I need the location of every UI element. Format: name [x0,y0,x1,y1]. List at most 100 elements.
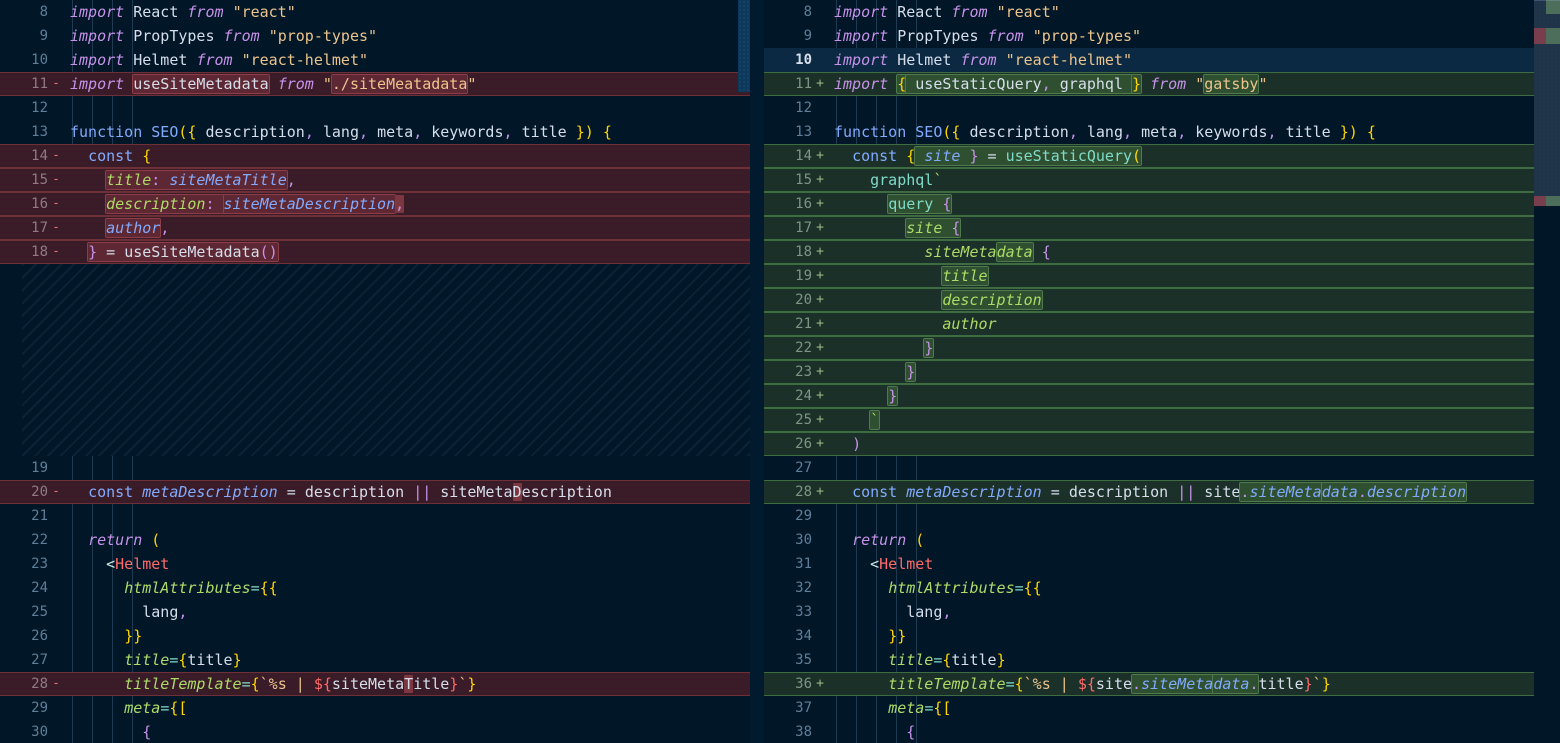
code-line-deleted[interactable]: 28 - titleTemplate={`%s | ${siteMetaTitl… [0,672,750,696]
change-sign: - [48,216,64,240]
line-number: 8 [0,0,48,24]
code-line[interactable]: 19 [0,456,750,480]
code-text: }} [64,624,750,648]
code-line[interactable]: 10 import Helmet from "react-helmet" [0,48,750,72]
code-text: } [828,384,1534,408]
code-line-added[interactable]: 22 + } [764,336,1534,360]
code-line-added[interactable]: 18 + siteMetadata { [764,240,1534,264]
code-line-added[interactable]: 19 + title [764,264,1534,288]
code-text: function SEO({ description, lang, meta, … [828,120,1534,144]
code-line[interactable]: 29 [764,504,1534,528]
code-text: meta={[ [828,696,1534,720]
code-line-added[interactable]: 11 + import { useStaticQuery, graphql } … [764,72,1534,96]
change-sign: + [812,384,828,408]
line-number: 11 [764,72,812,96]
change-sign: - [48,72,64,96]
code-line[interactable]: 29 meta={[ [0,696,750,720]
code-line[interactable]: 37 meta={[ [764,696,1534,720]
code-line[interactable]: 27 title={title} [0,648,750,672]
code-line[interactable]: 9 import PropTypes from "prop-types" [764,24,1534,48]
right-editor-pane[interactable]: 8 import React from "react" 9 import Pro… [764,0,1534,743]
code-line[interactable]: 23 <Helmet [0,552,750,576]
code-line[interactable]: 26 }} [0,624,750,648]
line-number: 33 [764,600,812,624]
minimap-overview[interactable] [1534,0,1560,743]
code-line-added[interactable]: 25 + ` [764,408,1534,432]
code-line[interactable]: 22 return ( [0,528,750,552]
code-line-added[interactable]: 36 + titleTemplate={`%s | ${site.siteMet… [764,672,1534,696]
code-text: htmlAttributes={{ [828,576,1534,600]
code-text: <Helmet [64,552,750,576]
code-line[interactable]: 12 [764,96,1534,120]
code-text: import React from "react" [828,0,1534,24]
code-line[interactable]: 27 [764,456,1534,480]
code-line-added[interactable]: 20 + description [764,288,1534,312]
code-line-deleted[interactable]: 17 - author, [0,216,750,240]
code-line[interactable]: 13 function SEO({ description, lang, met… [0,120,750,144]
code-line[interactable]: 34 }} [764,624,1534,648]
code-line[interactable]: 33 lang, [764,600,1534,624]
line-number: 37 [764,696,812,720]
code-line-current[interactable]: 10 import Helmet from "react-helmet" [764,48,1534,72]
line-number: 8 [764,0,812,24]
code-text [828,96,1534,120]
code-line-added[interactable]: 23 + } [764,360,1534,384]
code-line-added[interactable]: 14 + const { site } = useStaticQuery( [764,144,1534,168]
line-number: 10 [0,48,48,72]
code-line-added[interactable]: 24 + } [764,384,1534,408]
code-line-added[interactable]: 17 + site { [764,216,1534,240]
change-sign [812,552,828,576]
code-line-added[interactable]: 26 + ) [764,432,1534,456]
code-text: }} [828,624,1534,648]
code-line[interactable]: 24 htmlAttributes={{ [0,576,750,600]
code-line[interactable]: 35 title={title} [764,648,1534,672]
change-sign: + [812,360,828,384]
change-sign [812,624,828,648]
change-sign [48,576,64,600]
minimap-viewport-slider[interactable] [1534,0,1560,208]
code-line-deleted[interactable]: 16 - description: siteMetaDescription, [0,192,750,216]
code-line-deleted[interactable]: 15 - title: siteMetaTitle, [0,168,750,192]
line-number: 23 [764,360,812,384]
code-line[interactable]: 32 htmlAttributes={{ [764,576,1534,600]
code-text: import PropTypes from "prop-types" [64,24,750,48]
line-number: 24 [764,384,812,408]
line-number: 9 [0,24,48,48]
line-number: 13 [0,120,48,144]
line-number: 18 [0,240,48,264]
code-line-deleted[interactable]: 11 - import useSiteMetadata from "./site… [0,72,750,96]
left-pane-scrollbar[interactable] [738,0,750,743]
code-line[interactable]: 31 <Helmet [764,552,1534,576]
code-line[interactable]: 8 import React from "react" [764,0,1534,24]
code-line[interactable]: 13 function SEO({ description, lang, met… [764,120,1534,144]
code-text: titleTemplate={`%s | ${site.siteMetadata… [828,672,1534,696]
line-number: 18 [764,240,812,264]
code-line[interactable]: 12 [0,96,750,120]
change-sign [48,456,64,480]
code-line-deleted[interactable]: 14 - const { [0,144,750,168]
code-line-added[interactable]: 16 + query { [764,192,1534,216]
code-text: return ( [828,528,1534,552]
code-line-deleted[interactable]: 18 - } = useSiteMetadata() [0,240,750,264]
line-number: 26 [764,432,812,456]
code-line[interactable]: 8 import React from "react" [0,0,750,24]
change-sign: + [812,168,828,192]
code-text: } = useSiteMetadata() [64,240,750,264]
line-number: 35 [764,648,812,672]
code-line[interactable]: 25 lang, [0,600,750,624]
code-text: title={title} [828,648,1534,672]
code-line-added[interactable]: 21 + author [764,312,1534,336]
code-line[interactable]: 21 [0,504,750,528]
code-text: site { [828,216,1534,240]
code-line[interactable]: 30 { [0,720,750,743]
code-line-deleted[interactable]: 20 - const metaDescription = description… [0,480,750,504]
left-editor-pane[interactable]: 8 import React from "react" 9 import Pro… [0,0,750,743]
code-line-added[interactable]: 28 + const metaDescription = description… [764,480,1534,504]
code-line-added[interactable]: 15 + graphql` [764,168,1534,192]
code-line[interactable]: 38 { [764,720,1534,743]
left-pane-scroll-thumb[interactable] [738,0,750,92]
code-text: ) [828,432,1534,456]
change-sign [812,120,828,144]
code-line[interactable]: 30 return ( [764,528,1534,552]
code-line[interactable]: 9 import PropTypes from "prop-types" [0,24,750,48]
